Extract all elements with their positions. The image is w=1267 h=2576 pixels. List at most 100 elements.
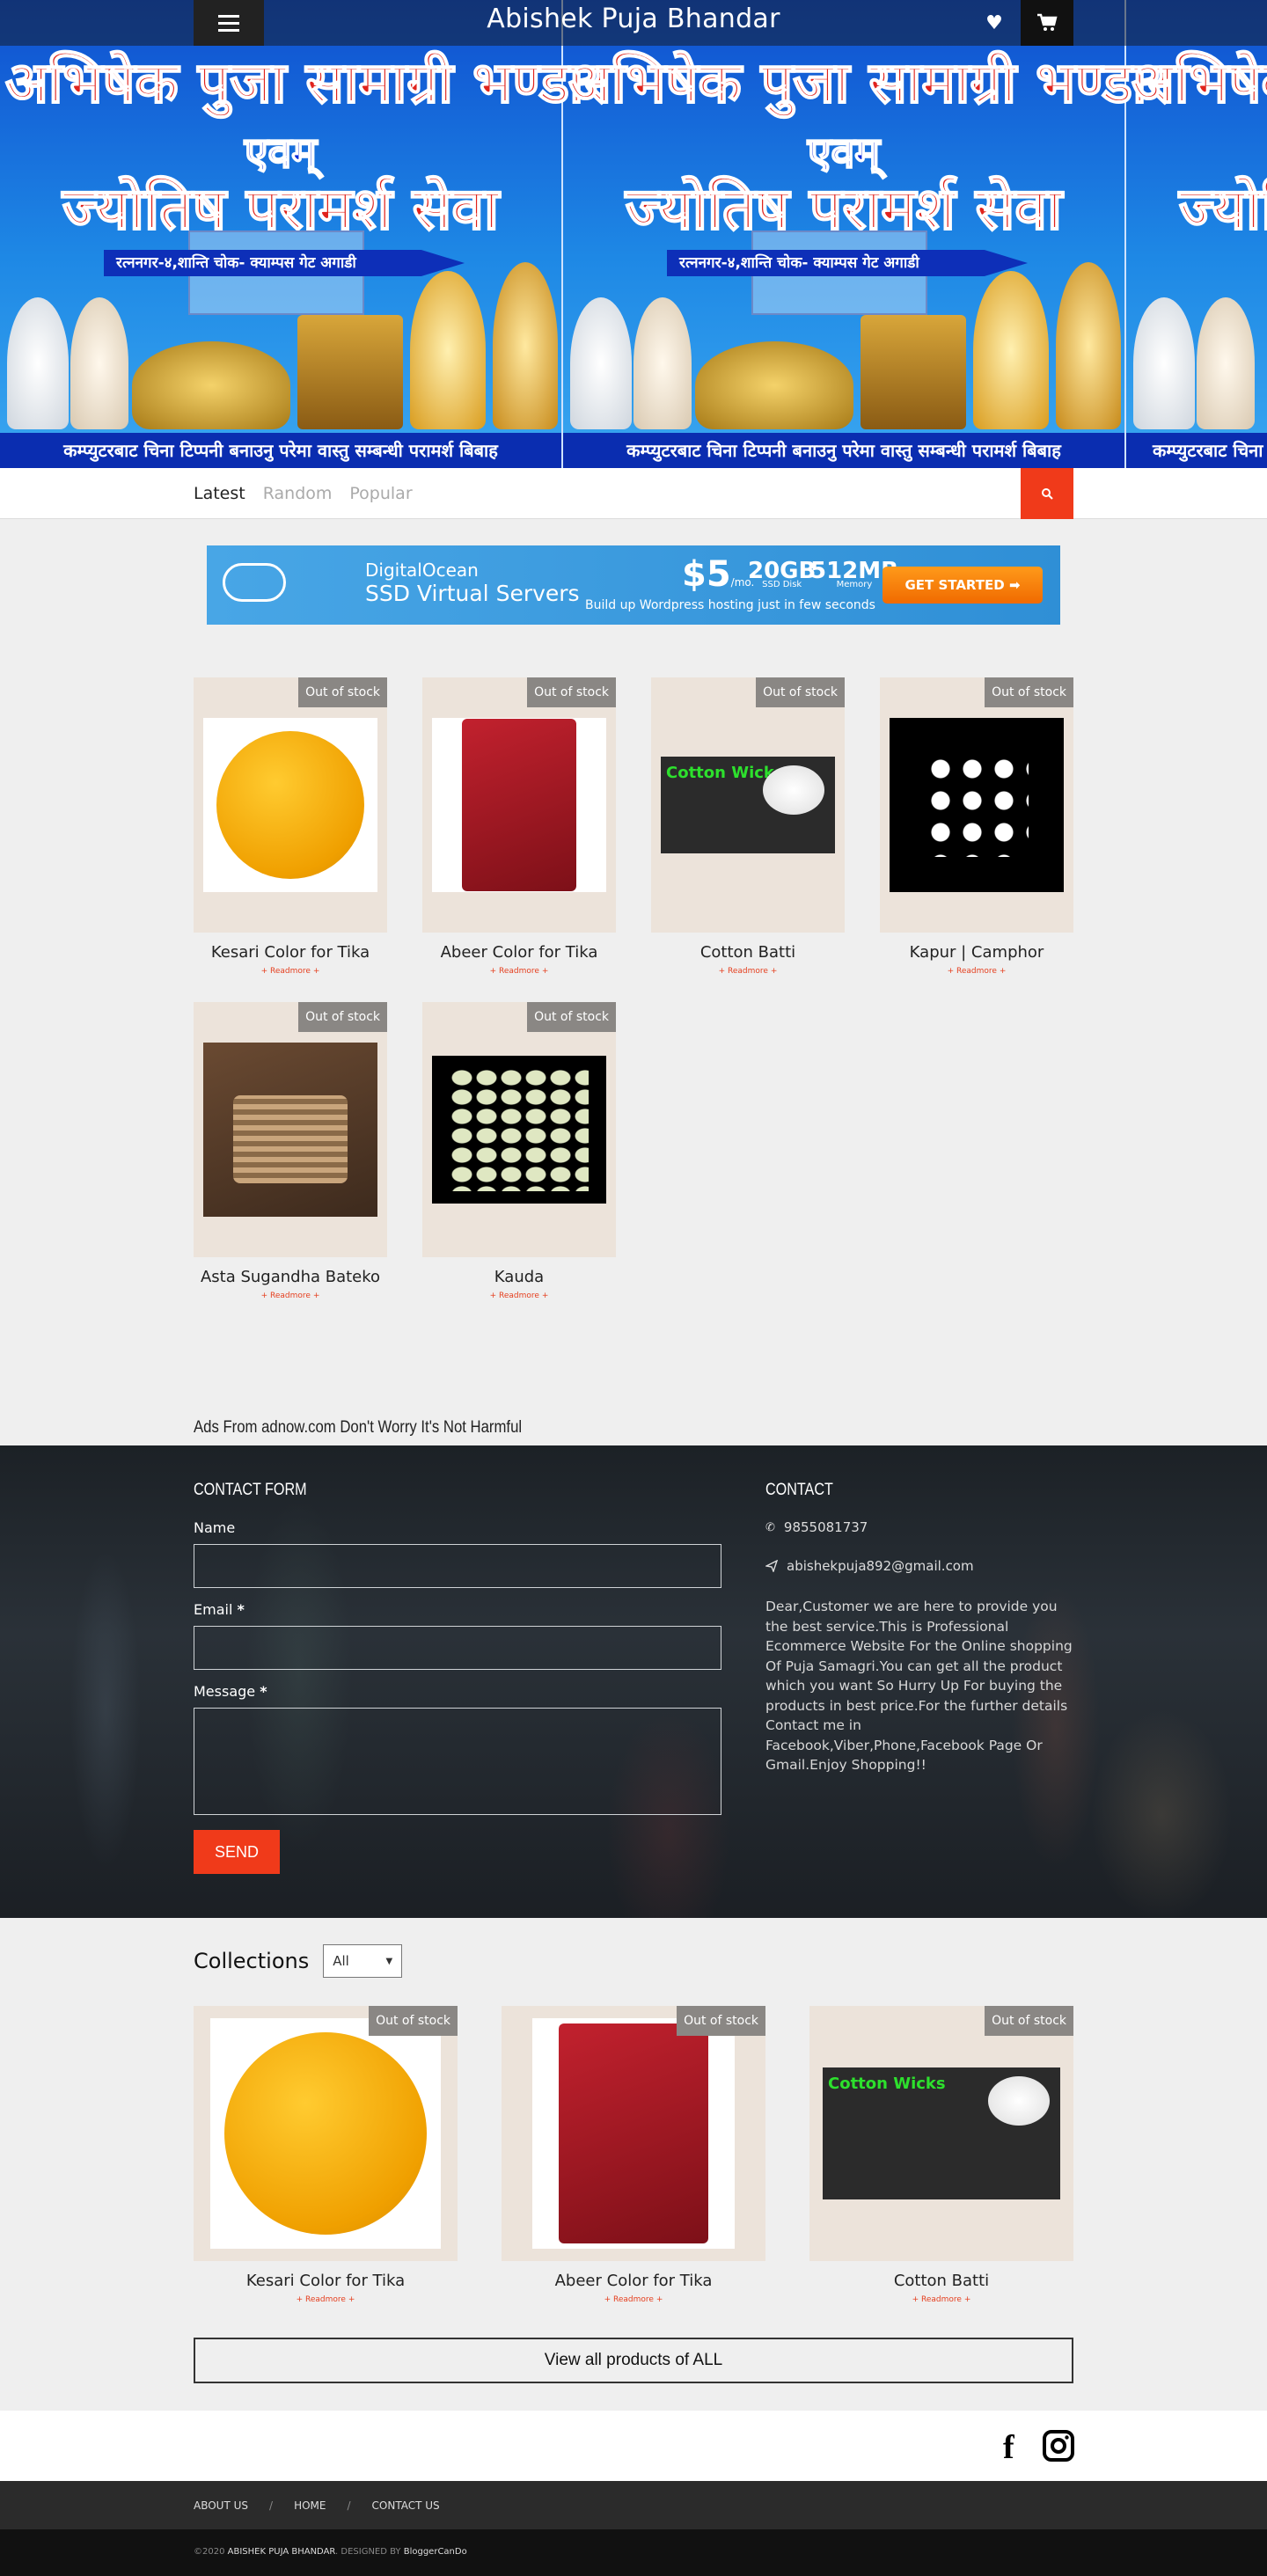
tab-latest[interactable]: Latest: [194, 484, 245, 503]
banner-address: रत्ननगर-४,शान्ति चोक- क्याम्पस गेट अगाडी: [104, 250, 465, 276]
ad-price: $5/mo.: [682, 554, 754, 595]
readmore-link[interactable]: + Readmore +: [194, 1292, 387, 1300]
readmore-link[interactable]: + Readmore +: [194, 967, 387, 976]
banner-line1: अभिषेक पुजा सामाग्री भण्डार: [4, 49, 608, 117]
message-field[interactable]: [194, 1708, 721, 1815]
name-field[interactable]: [194, 1544, 721, 1588]
product-card[interactable]: Out of stock Kesari Color for Tika + Rea…: [194, 677, 387, 976]
readmore-link[interactable]: + Readmore +: [809, 2295, 1073, 2304]
product-image: [532, 2018, 735, 2249]
email-field[interactable]: [194, 1626, 721, 1670]
stock-badge: Out of stock: [298, 677, 387, 707]
readmore-link[interactable]: + Readmore +: [422, 1292, 616, 1300]
stock-badge: Out of stock: [756, 677, 845, 707]
product-thumb[interactable]: Out of stock: [194, 1002, 387, 1257]
banner-strip: कम्प्युटरबाट चिना टिप्पनी बनाउनु परेमा व…: [0, 433, 561, 468]
email-address: abishekpuja892@gmail.com: [787, 1558, 974, 1574]
footer-link-about[interactable]: ABOUT US: [194, 2499, 248, 2512]
product-name[interactable]: Abeer Color for Tika: [422, 943, 616, 962]
readmore-link[interactable]: + Readmore +: [502, 2295, 765, 2304]
ad-banner[interactable]: DigitalOcean SSD Virtual Servers $5/mo. …: [207, 545, 1060, 625]
hero-banner: अभिषेक पुजा सामाग्री भण्डार एवम् ज्योतिष…: [0, 0, 1267, 468]
product-image: [432, 718, 606, 892]
conch-image: [70, 297, 128, 429]
tabs-bar: Latest Random Popular: [0, 468, 1267, 519]
collections-select[interactable]: All ▼: [323, 1944, 403, 1978]
product-card[interactable]: Out of stock Cotton Batti + Readmore +: [809, 2006, 1073, 2304]
stock-badge: Out of stock: [677, 2006, 765, 2036]
facebook-icon[interactable]: f: [1003, 2428, 1014, 2467]
contact-section: CONTACT FORM Name Email * Message * SEND…: [0, 1445, 1267, 1918]
conch-image: [1197, 297, 1255, 429]
product-thumb[interactable]: Out of stock: [194, 2006, 458, 2261]
product-name[interactable]: Cotton Batti: [651, 943, 845, 962]
readmore-link[interactable]: + Readmore +: [651, 967, 845, 976]
banner-address: रत्ननगर-४,शान्ति चोक- क्याम्पस गेट अगाडी: [667, 250, 1028, 276]
ad-cta-button[interactable]: GET STARTED ➡: [883, 567, 1043, 604]
product-image: [823, 2067, 1060, 2199]
required-mark: *: [237, 1601, 245, 1618]
product-card[interactable]: Out of stock Asta Sugandha Bateko + Read…: [194, 1002, 387, 1300]
product-thumb[interactable]: Out of stock: [880, 677, 1073, 933]
copyright-site-link[interactable]: ABISHEK PUJA BHANDAR: [228, 2547, 335, 2557]
product-name[interactable]: Cotton Batti: [809, 2272, 1073, 2290]
ganesh-idol-image: [973, 271, 1049, 429]
product-thumb[interactable]: Out of stock: [194, 677, 387, 933]
product-thumb[interactable]: Out of stock: [422, 1002, 616, 1257]
product-card[interactable]: Out of stock Abeer Color for Tika + Read…: [422, 677, 616, 976]
wishlist-button[interactable]: ♥: [968, 0, 1021, 46]
ad-tagline: Build up Wordpress hosting just in few s…: [585, 598, 875, 612]
product-thumb[interactable]: Out of stock: [651, 677, 845, 933]
phone-icon: ✆: [765, 1520, 775, 1534]
product-grid: Out of stock Kesari Color for Tika + Rea…: [194, 677, 1073, 1300]
footer-link-contact[interactable]: CONTACT US: [372, 2499, 440, 2512]
product-card[interactable]: Out of stock Abeer Color for Tika + Read…: [502, 2006, 765, 2304]
footer-nav: ABOUT US / HOME / CONTACT US: [0, 2481, 1267, 2529]
instagram-icon[interactable]: [1043, 2430, 1074, 2462]
product-thumb[interactable]: Out of stock: [422, 677, 616, 933]
product-image: [203, 718, 377, 892]
readmore-link[interactable]: + Readmore +: [880, 967, 1073, 976]
banner-tile: अभिषेक पुजा सामाग्री भण्डार ज्योतिष पराम…: [1126, 0, 1267, 468]
stock-badge: Out of stock: [985, 677, 1073, 707]
tab-popular[interactable]: Popular: [349, 484, 412, 503]
name-label: Name: [194, 1519, 236, 1536]
product-thumb[interactable]: Out of stock: [502, 2006, 765, 2261]
product-name[interactable]: Kauda: [422, 1268, 616, 1286]
view-all-button[interactable]: View all products of ALL: [194, 2338, 1073, 2383]
background-image: [0, 1445, 1267, 1918]
conch-image: [570, 297, 632, 429]
product-card[interactable]: Out of stock Kesari Color for Tika + Rea…: [194, 2006, 458, 2304]
site-title[interactable]: Abishek Puja Bhandar: [194, 4, 1073, 34]
product-card[interactable]: Out of stock Cotton Batti + Readmore +: [651, 677, 845, 976]
product-card[interactable]: Out of stock Kapur | Camphor + Readmore …: [880, 677, 1073, 976]
required-mark: *: [260, 1683, 267, 1700]
footer-link-home[interactable]: HOME: [294, 2499, 326, 2512]
cart-button[interactable]: [1021, 0, 1073, 46]
message-label: Message *: [194, 1683, 267, 1700]
product-name[interactable]: Asta Sugandha Bateko: [194, 1268, 387, 1286]
top-navbar: Abishek Puja Bhandar ♥: [0, 0, 1267, 46]
product-name[interactable]: Kesari Color for Tika: [194, 943, 387, 962]
ad-price-value: $5: [682, 554, 731, 595]
product-name[interactable]: Kapur | Camphor: [880, 943, 1073, 962]
product-name[interactable]: Abeer Color for Tika: [502, 2272, 765, 2290]
footer-separator: /: [269, 2499, 274, 2512]
message-label-text: Message: [194, 1683, 256, 1700]
banner-tile: अभिषेक पुजा सामाग्री भण्डार एवम् ज्योतिष…: [0, 0, 608, 468]
readmore-link[interactable]: + Readmore +: [422, 967, 616, 976]
product-card[interactable]: Out of stock Kauda + Readmore +: [422, 1002, 616, 1300]
product-image: [210, 2018, 441, 2249]
contact-title: CONTACT: [765, 1481, 833, 1499]
designer-link[interactable]: BloggerCanDo: [404, 2547, 467, 2557]
send-button[interactable]: SEND: [194, 1830, 280, 1874]
product-name[interactable]: Kesari Color for Tika: [194, 2272, 458, 2290]
product-image: [890, 718, 1064, 892]
search-button[interactable]: [1021, 468, 1073, 519]
banner-line3: ज्योतिष परामर्श सेवा: [1178, 173, 1267, 244]
readmore-link[interactable]: + Readmore +: [194, 2295, 458, 2304]
conch-image: [1133, 297, 1195, 429]
product-thumb[interactable]: Out of stock: [809, 2006, 1073, 2261]
tab-random[interactable]: Random: [263, 484, 333, 503]
copyright-bar: ©2020 ABISHEK PUJA BHANDAR. DESIGNED BY …: [0, 2529, 1267, 2576]
